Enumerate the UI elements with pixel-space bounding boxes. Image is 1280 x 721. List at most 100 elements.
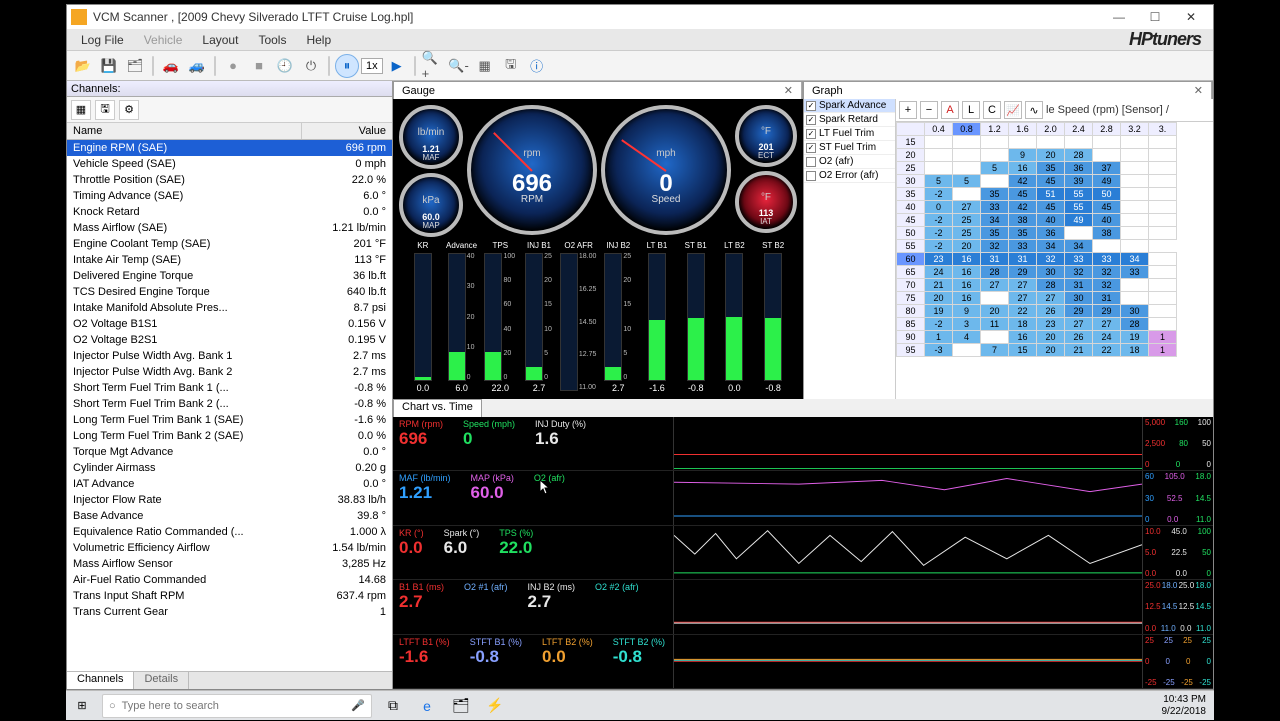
channel-row[interactable]: Knock Retard0.0 ° [67, 204, 392, 220]
maximize-button[interactable]: ☐ [1137, 7, 1173, 27]
tray-clock[interactable]: 10:43 PM 9/22/2018 [1154, 694, 1215, 718]
graph-table: + − A L C 📈 ∿ le Speed (rpm) [Sensor] / … [896, 99, 1213, 399]
channel-row[interactable]: Throttle Position (SAE)22.0 % [67, 172, 392, 188]
tab-channels[interactable]: Channels [67, 672, 134, 689]
channels-list[interactable]: Engine RPM (SAE)696 rpmVehicle Speed (SA… [67, 140, 392, 671]
tab-graph[interactable]: Graph ✕ [804, 82, 1212, 99]
channel-row[interactable]: Engine RPM (SAE)696 rpm [67, 140, 392, 156]
channel-row[interactable]: Injector Pulse Width Avg. Bank 12.7 ms [67, 348, 392, 364]
graph-panel: ✓Spark Advance✓Spark Retard✓LT Fuel Trim… [803, 99, 1213, 399]
zoom-out-icon[interactable]: 🔍- [447, 54, 471, 78]
close-icon[interactable]: ✕ [1194, 84, 1203, 97]
menu-vehicle[interactable]: Vehicle [134, 31, 193, 49]
car1-icon[interactable]: 🚗 [159, 54, 183, 78]
channels-opt1-icon[interactable]: ▦ [71, 100, 91, 120]
channels-save-icon[interactable]: 🖫 [95, 100, 115, 120]
menu-logfile[interactable]: Log File [71, 31, 134, 49]
channel-row[interactable]: Timing Advance (SAE)6.0 ° [67, 188, 392, 204]
zoom-in-icon[interactable]: 🔍+ [421, 54, 445, 78]
channel-row[interactable]: O2 Voltage B2S10.195 V [67, 332, 392, 348]
app-taskbar-icon[interactable]: ⚡ [478, 691, 512, 721]
savewin-icon[interactable]: 🖫 [499, 54, 523, 78]
channel-row[interactable]: Torque Mgt Advance0.0 ° [67, 444, 392, 460]
col-name[interactable]: Name [67, 123, 302, 139]
folder-icon[interactable]: 🗂 [123, 54, 147, 78]
plus-icon[interactable]: + [899, 101, 917, 119]
speed-select[interactable]: 1x [361, 58, 383, 74]
channel-row[interactable]: Cylinder Airmass0.20 g [67, 460, 392, 476]
pause-icon[interactable]: ⏸ [335, 54, 359, 78]
channel-row[interactable]: Short Term Fuel Trim Bank 1 (...-0.8 % [67, 380, 392, 396]
channel-row[interactable]: Injector Pulse Width Avg. Bank 22.7 ms [67, 364, 392, 380]
channel-row[interactable]: Intake Air Temp (SAE)113 °F [67, 252, 392, 268]
channel-row[interactable]: Trans Input Shaft RPM637.4 rpm [67, 588, 392, 604]
channel-row[interactable]: Volumetric Efficiency Airflow1.54 lb/min [67, 540, 392, 556]
channel-row[interactable]: Trans Current Gear1 [67, 604, 392, 620]
channel-row[interactable]: TCS Desired Engine Torque640 lb.ft [67, 284, 392, 300]
tab-details[interactable]: Details [134, 672, 189, 689]
channel-row[interactable]: Engine Coolant Temp (SAE)201 °F [67, 236, 392, 252]
bargraph-o2-afr: O2 AFR18.0016.2514.5012.7511.00 [560, 241, 598, 393]
channel-row[interactable]: Equivalence Ratio Commanded (...1.000 λ [67, 524, 392, 540]
explorer-icon[interactable]: 🗂 [444, 691, 478, 721]
channel-row[interactable]: Long Term Fuel Trim Bank 1 (SAE)-1.6 % [67, 412, 392, 428]
minus-icon[interactable]: − [920, 101, 938, 119]
check-spark-retard[interactable]: ✓Spark Retard [804, 113, 895, 127]
layout-icon[interactable]: ▦ [473, 54, 497, 78]
channel-row[interactable]: Long Term Fuel Trim Bank 2 (SAE)0.0 % [67, 428, 392, 444]
edge-icon[interactable]: e [410, 691, 444, 721]
info-icon[interactable]: ⓘ [525, 54, 549, 78]
channel-row[interactable]: Intake Manifold Absolute Pres...8.7 psi [67, 300, 392, 316]
cvt-band-2: KR (°)0.0Spark (°)6.0TPS (%)22.010.045.0… [393, 526, 1213, 580]
chart-icon[interactable]: 📈 [1004, 101, 1022, 119]
channel-row[interactable]: Short Term Fuel Trim Bank 2 (...-0.8 % [67, 396, 392, 412]
open-icon[interactable]: 📂 [71, 54, 95, 78]
channel-row[interactable]: Vehicle Speed (SAE)0 mph [67, 156, 392, 172]
check-lt-fuel-trim[interactable]: ✓LT Fuel Trim [804, 127, 895, 141]
close-button[interactable]: ✕ [1173, 7, 1209, 27]
channel-row[interactable]: Mass Airflow Sensor3,285 Hz [67, 556, 392, 572]
stop-icon[interactable]: ■ [247, 54, 271, 78]
channel-row[interactable]: IAT Advance0.0 ° [67, 476, 392, 492]
wave-icon[interactable]: ∿ [1025, 101, 1043, 119]
gauge-ect: °F 201 ECT [735, 105, 797, 167]
search-box[interactable]: ○ Type here to search 🎤 [102, 694, 372, 718]
channel-row[interactable]: Injector Flow Rate38.83 lb/h [67, 492, 392, 508]
check-st-fuel-trim[interactable]: ✓ST Fuel Trim [804, 141, 895, 155]
col-value[interactable]: Value [302, 123, 392, 139]
save-icon[interactable]: 💾 [97, 54, 121, 78]
a-button[interactable]: A [941, 101, 959, 119]
channel-row[interactable]: O2 Voltage B1S10.156 V [67, 316, 392, 332]
channel-row[interactable]: Air-Fuel Ratio Commanded14.68 [67, 572, 392, 588]
table-grid[interactable]: 0.40.81.21.62.02.42.83.23.15209202825516… [896, 122, 1213, 399]
check-o2-(afr)[interactable]: O2 (afr) [804, 155, 895, 169]
check-o2-error-(afr)[interactable]: O2 Error (afr) [804, 169, 895, 183]
menu-help[interactable]: Help [296, 31, 341, 49]
start-button[interactable]: ⊞ [66, 691, 98, 721]
check-spark-advance[interactable]: ✓Spark Advance [804, 99, 895, 113]
channels-gear-icon[interactable]: ⚙ [119, 100, 139, 120]
menu-layout[interactable]: Layout [192, 31, 248, 49]
close-icon[interactable]: ✕ [784, 84, 793, 97]
record-icon[interactable]: ● [221, 54, 245, 78]
l-button[interactable]: L [962, 101, 980, 119]
car2-icon[interactable]: 🚙 [185, 54, 209, 78]
tab-gauge[interactable]: Gauge ✕ [394, 82, 802, 99]
menu-tools[interactable]: Tools [248, 31, 296, 49]
chart-vs-time-panel[interactable]: RPM (rpm)696Speed (mph)0INJ Duty (%)1.65… [393, 417, 1213, 689]
minimize-button[interactable]: — [1101, 7, 1137, 27]
taskview-icon[interactable]: ⧉ [376, 691, 410, 721]
channel-row[interactable]: Base Advance39.8 ° [67, 508, 392, 524]
graph-tabbar: Graph ✕ [803, 81, 1213, 99]
gauge-panel: lb/min 1.21 MAF kPa 60.0 MAP rpm [393, 99, 803, 399]
play-icon[interactable]: ▶ [385, 54, 409, 78]
bargraph-st-b1: ST B1-0.8 [678, 241, 714, 393]
channel-row[interactable]: Delivered Engine Torque36 lb.ft [67, 268, 392, 284]
bargraph-st-b2: ST B2-0.8 [755, 241, 791, 393]
channel-row[interactable]: Mass Airflow (SAE)1.21 lb/min [67, 220, 392, 236]
clock-icon[interactable]: 🕘 [273, 54, 297, 78]
mic-icon[interactable]: 🎤 [351, 699, 365, 712]
tab-chart-vs-time[interactable]: Chart vs. Time [393, 399, 482, 417]
c-button[interactable]: C [983, 101, 1001, 119]
power-icon[interactable]: ⏻ [299, 54, 323, 78]
